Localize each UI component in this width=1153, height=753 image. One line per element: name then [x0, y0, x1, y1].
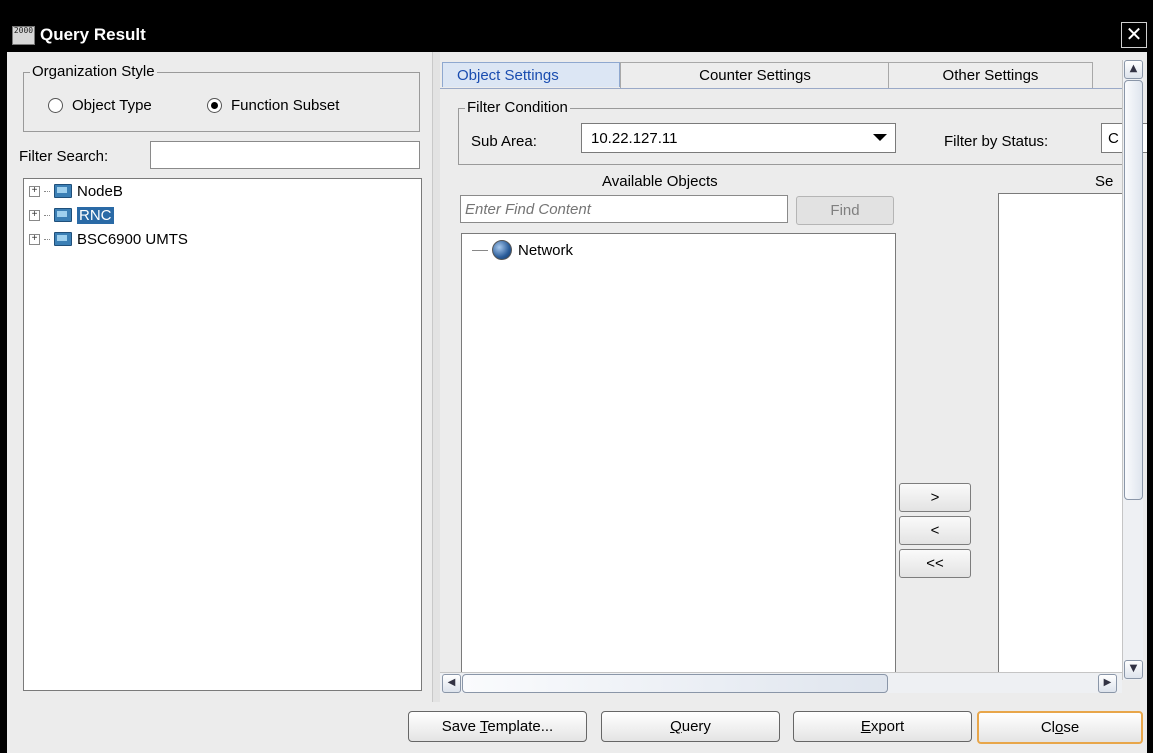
export-label: Export: [861, 718, 904, 735]
filter-condition-legend: Filter Condition: [465, 99, 570, 116]
filter-search-input[interactable]: [150, 141, 420, 169]
remove-all-button[interactable]: <<: [899, 549, 971, 578]
selected-objects-header: Se: [1095, 173, 1114, 190]
add-selected-button[interactable]: >: [899, 483, 971, 512]
tree-node-label-selected: RNC: [77, 206, 114, 224]
filter-condition-group: Filter Condition Sub Area: 10.22.127.11 …: [458, 99, 1147, 165]
radio-circle[interactable]: [48, 98, 63, 113]
available-objects-tree[interactable]: Network: [461, 233, 896, 675]
sub-area-combo[interactable]: 10.22.127.11: [581, 123, 896, 153]
settings-tabs: Object Settings Counter Settings Other S…: [440, 62, 1120, 88]
left-pane: Organization Style Object Type Function …: [7, 52, 432, 702]
app-icon: 2000: [12, 26, 35, 45]
filter-search-label: Filter Search:: [19, 148, 109, 165]
label-part: se: [1063, 719, 1080, 736]
label-part: Save: [441, 718, 480, 735]
scroll-right-icon[interactable]: ▶: [1098, 674, 1117, 693]
window-title: Query Result: [40, 25, 146, 44]
tree-connector: [44, 190, 50, 192]
horizontal-scrollbar[interactable]: ◀ ▶: [440, 672, 1122, 693]
query-result-window: 2000 Query Result ✕ Organization Style O…: [0, 0, 1153, 753]
label-part: emplate...: [487, 718, 554, 735]
right-pane: Object Settings Counter Settings Other S…: [440, 52, 1147, 702]
tab-object-settings[interactable]: Object Settings: [442, 62, 620, 87]
tree-node-label: NodeB: [77, 182, 123, 200]
label-part: Cl: [1040, 719, 1055, 736]
radio-circle-selected[interactable]: [207, 98, 222, 113]
export-button[interactable]: Export: [793, 711, 972, 742]
remove-selected-button[interactable]: <: [899, 516, 971, 545]
scroll-up-icon[interactable]: ▲: [1124, 60, 1143, 79]
available-objects-header: Available Objects: [602, 173, 718, 190]
tree-connector: [44, 238, 50, 240]
tree-connector: [472, 249, 488, 251]
mnemonic: E: [860, 718, 871, 735]
expand-icon[interactable]: +: [29, 233, 40, 245]
folder-icon: [54, 232, 72, 246]
sub-area-value: 10.22.127.11: [591, 129, 678, 147]
radio-object-type[interactable]: Object Type: [48, 97, 152, 114]
label-part: uery: [681, 718, 711, 735]
filter-by-status-label: Filter by Status:: [944, 133, 1049, 150]
folder-icon: [54, 184, 72, 198]
horizontal-scroll-thumb[interactable]: [462, 674, 888, 693]
save-template-button[interactable]: Save Template...: [408, 711, 587, 742]
scroll-down-icon[interactable]: ▼: [1124, 660, 1143, 679]
mnemonic: Q: [670, 718, 682, 735]
globe-icon: [492, 240, 512, 260]
tree-node-label: Network: [518, 241, 574, 259]
tab-counter-settings[interactable]: Counter Settings: [620, 62, 890, 88]
tree-node-bsc6900-umts[interactable]: + BSC6900 UMTS: [29, 229, 188, 249]
tree-node-rnc[interactable]: + RNC: [29, 205, 114, 225]
save-template-label: Save Template...: [442, 718, 553, 735]
close-label: Close: [1041, 719, 1079, 736]
object-settings-panel: Filter Condition Sub Area: 10.22.127.11 …: [440, 88, 1147, 689]
organization-style-legend: Organization Style: [30, 63, 157, 80]
tab-other-settings[interactable]: Other Settings: [888, 62, 1093, 88]
tree-node-label: BSC6900 UMTS: [77, 230, 188, 248]
expand-icon[interactable]: +: [29, 185, 40, 197]
radio-function-subset[interactable]: Function Subset: [207, 97, 339, 114]
dialog-client-area: Organization Style Object Type Function …: [7, 52, 1147, 753]
radio-object-type-label: Object Type: [72, 97, 152, 114]
organization-style-group: Organization Style Object Type Function …: [23, 63, 420, 132]
find-content-input[interactable]: [460, 195, 788, 223]
vertical-scroll-thumb[interactable]: [1124, 80, 1143, 500]
folder-icon: [54, 208, 72, 222]
radio-function-subset-label: Function Subset: [231, 97, 340, 114]
chevron-down-icon[interactable]: [873, 134, 887, 141]
query-label: Query: [670, 718, 711, 735]
vertical-scrollbar[interactable]: ▲ ▼: [1122, 60, 1143, 680]
filter-by-status-value: C: [1108, 129, 1119, 147]
close-window-icon[interactable]: ✕: [1121, 22, 1147, 48]
tree-connector: [44, 214, 50, 216]
sub-area-label: Sub Area:: [471, 133, 537, 150]
selected-objects-list[interactable]: [998, 193, 1129, 675]
tree-node-nodeb[interactable]: + NodeB: [29, 181, 123, 201]
object-tree[interactable]: + NodeB + RNC + BSC6900 UMTS: [23, 178, 422, 691]
find-button[interactable]: Find: [796, 196, 894, 225]
label-part: xport: [870, 718, 905, 735]
title-bar[interactable]: 2000 Query Result ✕: [0, 0, 1153, 52]
close-button[interactable]: Close: [977, 711, 1143, 744]
tree-node-network[interactable]: Network: [472, 240, 573, 260]
query-button[interactable]: Query: [601, 711, 780, 742]
expand-icon[interactable]: +: [29, 209, 40, 221]
scroll-left-icon[interactable]: ◀: [442, 674, 461, 693]
